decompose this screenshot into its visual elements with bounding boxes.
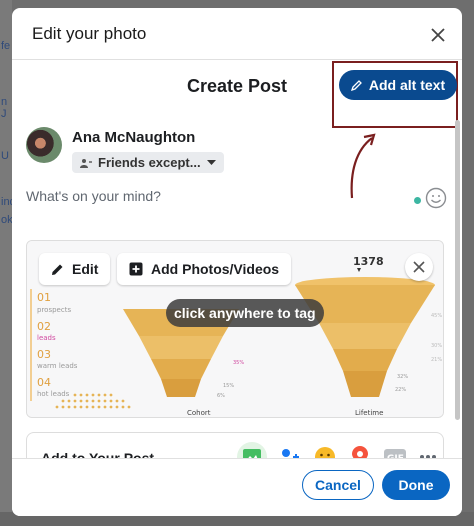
funnel-right-value: 22%: [395, 387, 406, 393]
smiley-icon: [425, 187, 447, 209]
attached-photo[interactable]: 01 prospects 02 leads 03 warm leads 04 h…: [26, 240, 444, 418]
feeling-icon: [315, 447, 335, 458]
location-pin-icon: [352, 446, 368, 458]
annotation-arrow: [350, 133, 376, 199]
dialog-title: Edit your photo: [32, 23, 147, 43]
step-num: 03: [37, 348, 51, 361]
status-dot: [414, 197, 421, 204]
add-alt-text-label: Add alt text: [368, 77, 446, 93]
funnel-left-value: 35%: [233, 360, 244, 366]
add-photo-icon: [129, 262, 143, 276]
background-left-edge: fe n J U ind ok: [0, 0, 16, 526]
more-options-button[interactable]: [413, 442, 443, 458]
close-icon: [431, 28, 445, 42]
author-name: Ana McNaughton: [72, 129, 196, 146]
step-label: prospects: [37, 306, 71, 314]
step-label: warm leads: [37, 362, 78, 370]
edit-photo-button[interactable]: Edit: [39, 253, 111, 285]
background-text: fe: [1, 40, 11, 52]
check-in-button[interactable]: [345, 442, 375, 458]
tag-people-icon: [282, 449, 299, 458]
remove-photo-button[interactable]: [405, 253, 433, 281]
photo-video-button[interactable]: [237, 442, 267, 458]
step-label: leads: [37, 334, 56, 342]
photo-icon: [243, 449, 261, 458]
edit-photo-dialog: Edit your photo Create Post Add alt text…: [12, 8, 462, 516]
funnel-side-value: 21%: [431, 357, 442, 363]
funnel-left-value: 6%: [217, 393, 225, 399]
pencil-icon: [350, 80, 362, 91]
step-num: 01: [37, 291, 51, 304]
background-text: n J: [1, 96, 8, 120]
cancel-button[interactable]: Cancel: [302, 470, 374, 500]
funnel-left-label: Cohort: [187, 409, 211, 417]
step-num: 04: [37, 376, 51, 389]
add-photos-videos-label: Add Photos/Videos: [151, 261, 280, 277]
step-label: hot leads: [37, 390, 70, 398]
funnel-left-value: 15%: [223, 383, 234, 389]
add-alt-text-button[interactable]: Add alt text: [339, 70, 457, 100]
close-icon: [413, 261, 425, 273]
add-photos-videos-button[interactable]: Add Photos/Videos: [117, 253, 292, 285]
add-to-post-label: Add to Your Post: [41, 450, 155, 458]
avatar[interactable]: [26, 127, 62, 163]
emoji-button[interactable]: [425, 187, 447, 214]
tag-people-button[interactable]: [275, 442, 305, 458]
funnel-right-label: Lifetime: [355, 409, 383, 417]
dialog-footer: Cancel Done: [12, 458, 462, 516]
add-to-post-bar: Add to Your Post: [26, 432, 444, 458]
funnel-right-value: 32%: [397, 374, 408, 380]
feeling-activity-button[interactable]: [310, 442, 340, 458]
audience-label: Friends except...: [98, 155, 201, 170]
pencil-icon: [52, 264, 63, 275]
gif-button[interactable]: GIF: [380, 442, 410, 458]
funnel-side-value: 45%: [431, 313, 442, 319]
caret-down-icon: [206, 159, 216, 165]
done-button[interactable]: Done: [382, 470, 450, 500]
tag-hint[interactable]: click anywhere to tag: [166, 299, 324, 327]
post-text-input[interactable]: What's on your mind?: [26, 188, 161, 204]
author-row: Ana McNaughton Friends except...: [26, 127, 224, 173]
big-number: 1378: [353, 255, 384, 268]
edit-photo-label: Edit: [72, 261, 99, 277]
step-num: 02: [37, 320, 51, 333]
audience-selector[interactable]: Friends except...: [72, 152, 224, 173]
dialog-header: Edit your photo: [12, 8, 462, 60]
create-post-panel: Create Post Add alt text Ana McNaughton: [12, 60, 462, 458]
funnel-side-value: 30%: [431, 343, 442, 349]
gif-icon: GIF: [384, 449, 406, 458]
scrollbar[interactable]: [455, 120, 460, 420]
friends-icon: [80, 158, 92, 168]
background-text: ok: [1, 214, 13, 226]
background-text: U: [1, 150, 9, 162]
close-dialog-button[interactable]: [426, 23, 450, 47]
